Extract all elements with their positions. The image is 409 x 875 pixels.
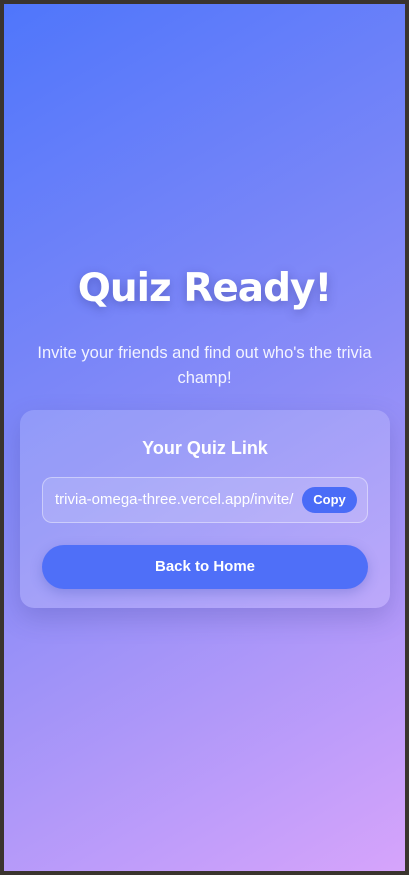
- app-screen: Quiz Ready! Invite your friends and find…: [4, 4, 405, 871]
- quiz-link-text[interactable]: trivia-omega-three.vercel.app/invite/: [55, 491, 305, 508]
- page-title: Quiz Ready!: [77, 266, 333, 311]
- page-subtitle: Invite your friends and find out who's t…: [37, 344, 372, 387]
- copy-button[interactable]: Copy: [302, 487, 357, 513]
- back-to-home-button[interactable]: Back to Home: [42, 545, 368, 589]
- card-title: Your Quiz Link: [142, 438, 268, 458]
- quiz-link-field[interactable]: trivia-omega-three.vercel.app/invite/ Co…: [42, 477, 368, 523]
- quiz-link-card: Your Quiz Link trivia-omega-three.vercel…: [20, 410, 390, 608]
